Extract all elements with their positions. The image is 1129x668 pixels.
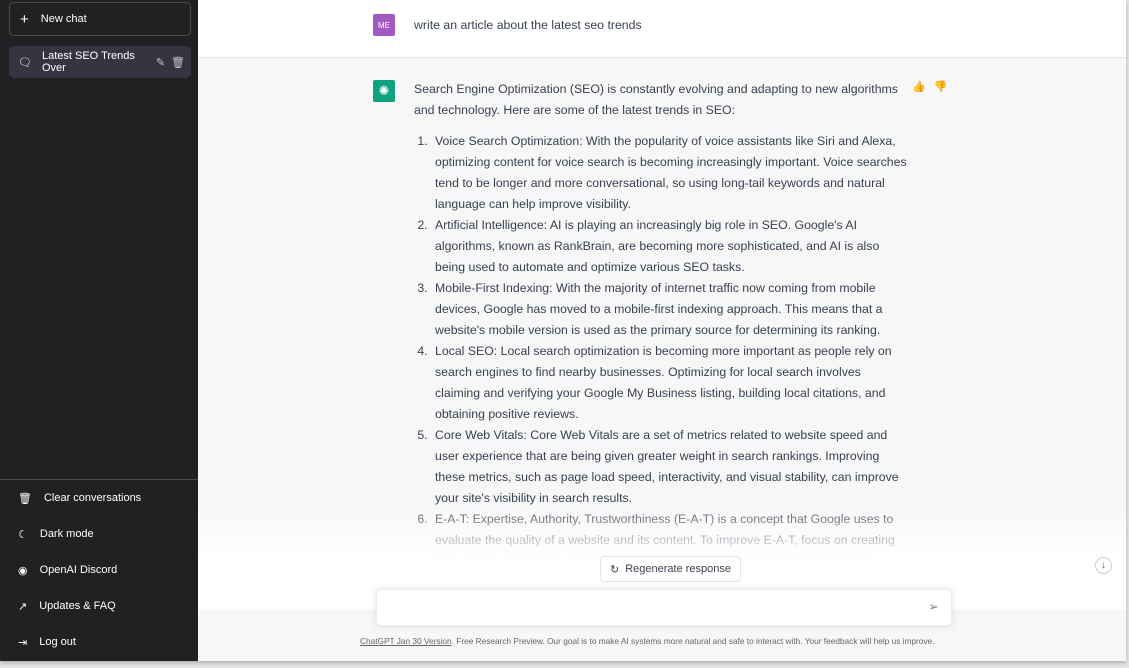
regenerate-label: Regenerate response [625, 563, 732, 575]
label: Clear conversations [43, 492, 142, 504]
assistant-intro: Search Engine Optimization (SEO) is cons… [414, 82, 898, 117]
edit-icon[interactable]: ✎ [156, 56, 165, 69]
moon-icon: ☾ [18, 528, 28, 541]
new-chat-button[interactable]: + New chat [9, 2, 191, 36]
version-link[interactable]: ChatGPT Jan 30 Version [360, 636, 452, 646]
openai-logo-icon: ✺ [373, 80, 395, 102]
thumbs-down-icon[interactable]: 👎 [934, 80, 948, 93]
sidebar-bottom-menu: 🗑 Clear conversations ☾ Dark mode ◉ OpenAI … [0, 479, 198, 660]
trend-item: Core Web Vitals: Core Web Vitals are a s… [431, 425, 909, 509]
send-icon[interactable]: ➢ [928, 599, 939, 615]
dark-mode-button[interactable]: ☾ Dark mode [0, 516, 198, 552]
conversation-item[interactable]: 🗨 Latest SEO Trends Over ✎ 🗑 [9, 46, 191, 78]
chat-main: ME write an article about the latest seo… [198, 0, 1126, 661]
clear-conversations-button[interactable]: 🗑 Clear conversations [0, 480, 198, 516]
footer-text: ChatGPT Jan 30 Version. Free Research Pr… [360, 636, 934, 646]
label: OpenAI Discord [39, 564, 118, 576]
user-message-row: ME write an article about the latest seo… [198, 0, 1126, 58]
discord-icon: ◉ [18, 564, 28, 577]
user-avatar: ME [373, 14, 395, 36]
trend-item: Voice Search Optimization: With the popu… [431, 131, 909, 215]
footer-disclaimer: . Free Research Preview. Our goal is to … [451, 636, 935, 646]
refresh-icon: ↻ [610, 563, 620, 576]
logout-icon: ⇥ [18, 636, 28, 649]
conversation-title: Latest SEO Trends Over [41, 50, 135, 74]
thumbs-up-icon[interactable]: 👍 [912, 80, 926, 93]
updates-faq-link[interactable]: ↗ Updates & FAQ [0, 588, 198, 624]
scroll-down-button[interactable]: ↓ [1095, 557, 1112, 574]
label: Dark mode [39, 528, 94, 540]
new-chat-label: New chat [40, 13, 87, 25]
log-out-button[interactable]: ⇥ Log out [0, 624, 198, 660]
openai-discord-link[interactable]: ◉ OpenAI Discord [0, 552, 198, 588]
label: Updates & FAQ [39, 600, 116, 612]
trend-item: Artificial Intelligence: AI is playing a… [431, 215, 909, 278]
trend-item: Mobile-First Indexing: With the majority… [431, 278, 909, 341]
chat-bubble-icon: 🗨 [18, 56, 32, 69]
app-window: + New chat 🗨 Latest SEO Trends Over ✎ 🗑 🗑 C… [0, 0, 1126, 661]
sidebar: + New chat 🗨 Latest SEO Trends Over ✎ 🗑 🗑 C… [0, 0, 198, 661]
trash-icon[interactable]: 🗑 [171, 56, 185, 69]
message-input[interactable]: ➢ [376, 589, 952, 626]
plus-icon: + [20, 10, 29, 28]
label: Log out [39, 636, 76, 648]
external-link-icon: ↗ [18, 600, 28, 613]
regenerate-response-button[interactable]: ↻ Regenerate response [600, 556, 742, 582]
trend-item: Local SEO: Local search optimization is … [431, 341, 909, 425]
trash-icon: 🗑 [18, 492, 32, 505]
user-message: write an article about the latest seo tr… [414, 18, 642, 32]
